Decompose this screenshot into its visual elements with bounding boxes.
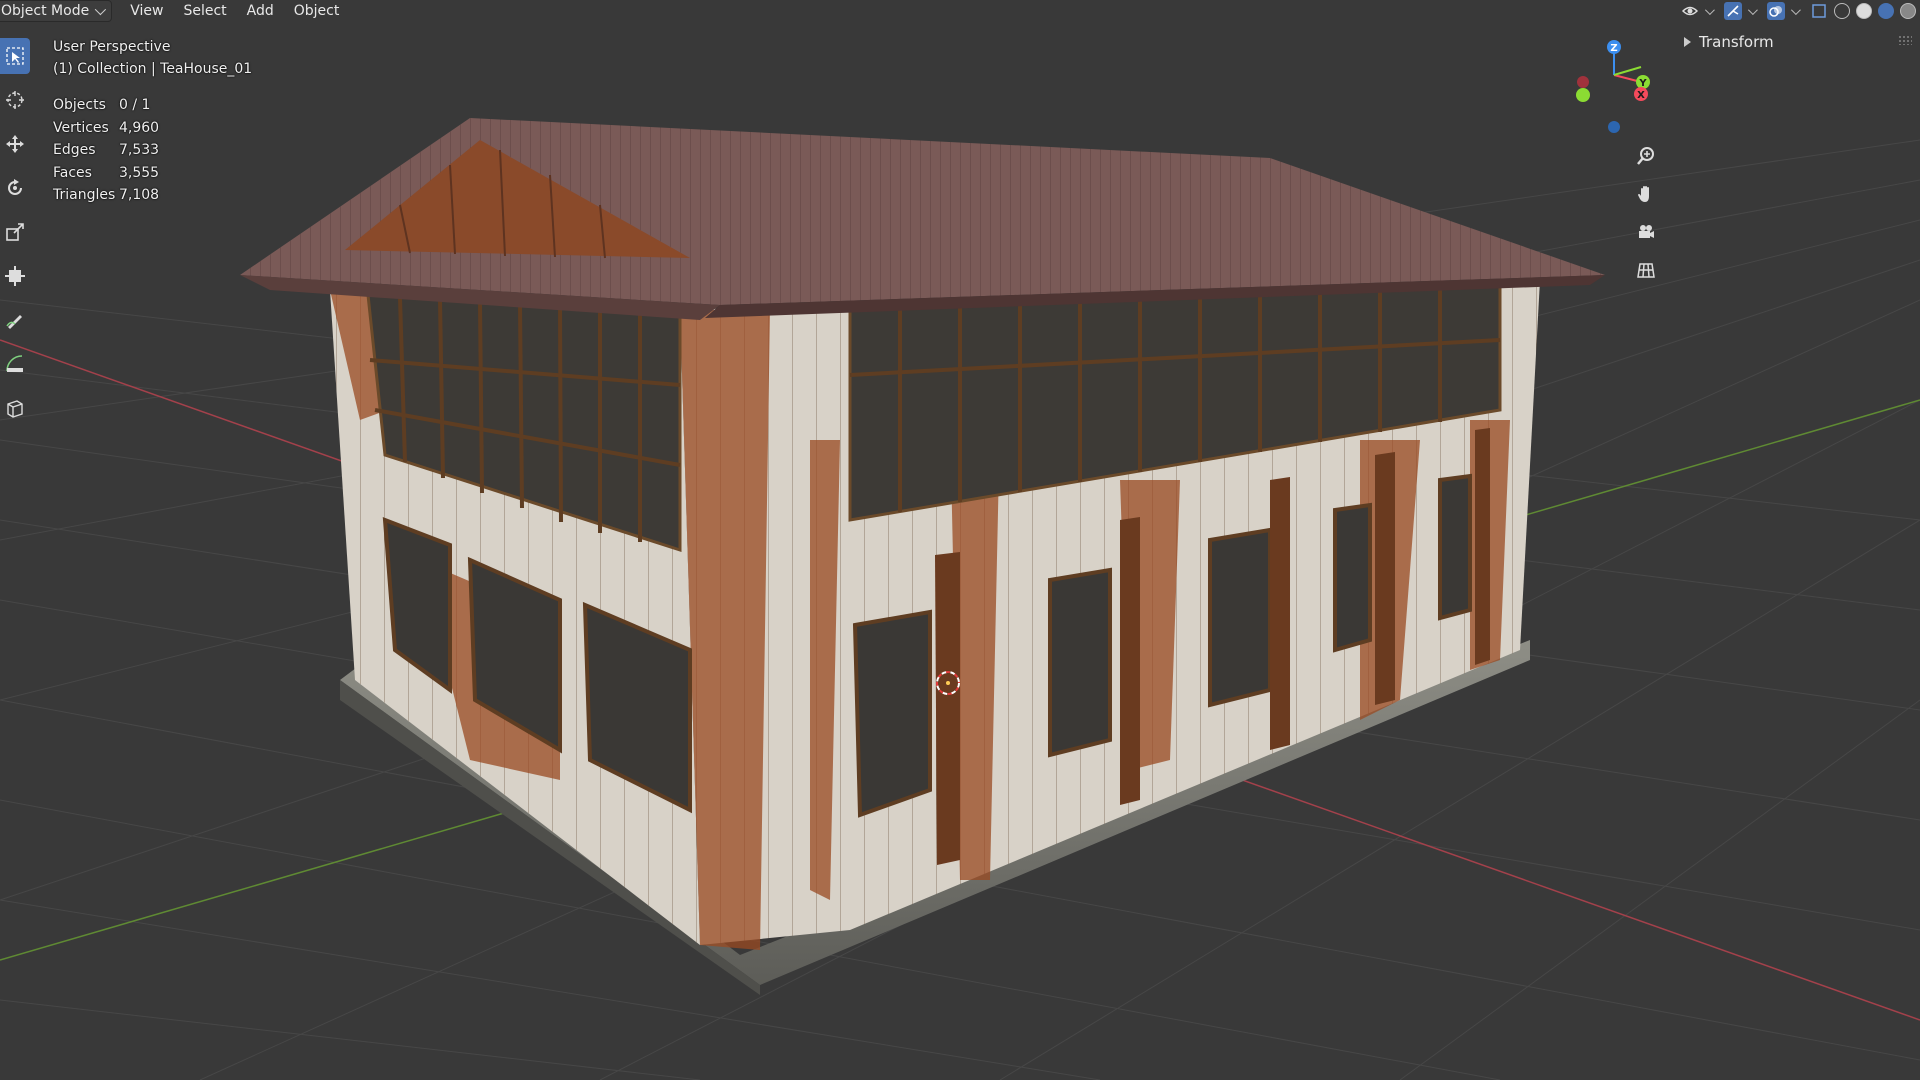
collection-line: (1) Collection | TeaHouse_01 (53, 61, 253, 77)
scale-icon (6, 223, 24, 241)
move-icon (6, 135, 24, 153)
menu-select[interactable]: Select (173, 1, 236, 21)
transform-tool[interactable] (0, 258, 30, 294)
gizmo-neg-x-icon[interactable] (1577, 76, 1589, 88)
mode-label: Object Mode (1, 3, 90, 19)
ortho-toggle-button[interactable] (1631, 255, 1661, 285)
gizmo-neg-z-icon[interactable] (1608, 121, 1620, 133)
zoom-icon (1637, 147, 1654, 165)
stat-row: Vertices 4,960 (53, 119, 160, 136)
menu-view[interactable]: View (120, 1, 173, 21)
zoom-button[interactable] (1631, 141, 1661, 171)
scene-statistics: Objects 0 / 1 Vertices 4,960 Edges 7,533 Fa… (53, 94, 252, 207)
pan-button[interactable] (1631, 179, 1661, 209)
drag-grip-icon[interactable] (1898, 35, 1912, 45)
grid-ortho-icon (1637, 263, 1655, 278)
move-tool[interactable] (0, 126, 30, 162)
measure-icon (6, 355, 23, 372)
navigation-gizmo[interactable]: Z Y X (1565, 35, 1675, 140)
blender-window: Object Mode View Select Add Object User … (0, 0, 1920, 1080)
select-box-tool[interactable] (0, 38, 30, 74)
transform-icon (5, 266, 25, 286)
view-name: User Perspective (53, 39, 171, 55)
menu-object[interactable]: Object (284, 1, 350, 21)
camera-view-button[interactable] (1631, 217, 1661, 247)
annotate-tool[interactable] (0, 302, 30, 338)
cursor-icon (6, 91, 24, 109)
measure-tool[interactable] (0, 346, 30, 382)
transform-panel-header[interactable]: Transform (1672, 29, 1920, 55)
tool-shelf (0, 38, 30, 426)
teahouse-model[interactable] (240, 118, 1605, 995)
add-cube-icon (7, 400, 23, 418)
gizmo-x-label: X (1637, 90, 1645, 101)
camera-icon (1639, 225, 1654, 238)
gizmo-z-label: Z (1610, 43, 1617, 54)
add-cube-tool[interactable] (0, 390, 30, 426)
transform-panel-title: Transform (1699, 33, 1774, 51)
stat-row: Triangles 7,108 (53, 187, 160, 203)
header-menu: View Select Add Object (120, 1, 349, 21)
cursor-tool[interactable] (0, 82, 30, 118)
stat-row: Edges 7,533 (53, 142, 160, 158)
scale-tool[interactable] (0, 214, 30, 250)
disclosure-triangle-icon (1684, 37, 1691, 47)
viewport-header: Object Mode View Select Add Object (0, 0, 1920, 22)
annotate-icon (6, 315, 22, 329)
rotate-tool[interactable] (0, 170, 30, 206)
hand-pan-icon (1638, 186, 1649, 202)
mode-dropdown[interactable]: Object Mode (0, 0, 113, 22)
stat-row: Objects 0 / 1 (53, 97, 151, 113)
select-box-icon (6, 47, 24, 65)
rotate-icon (8, 179, 22, 195)
gizmo-y-label: Y (1638, 78, 1647, 89)
gizmo-neg-y-icon[interactable] (1576, 88, 1590, 102)
viewport-info-overlay: User Perspective (1) Collection | TeaHou… (53, 36, 252, 207)
menu-add[interactable]: Add (237, 1, 284, 21)
stat-row: Faces 3,555 (53, 164, 160, 181)
chevron-down-icon (94, 3, 107, 16)
